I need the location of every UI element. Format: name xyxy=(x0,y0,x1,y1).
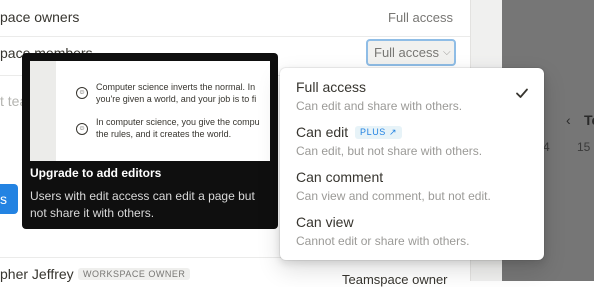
workspace-owners-label: pace owners xyxy=(0,9,80,25)
checkmark-icon xyxy=(516,88,528,98)
plus-plan-badge: PLUS ↗ xyxy=(355,126,403,139)
chevron-down-icon: ⌵ xyxy=(443,47,451,58)
option-title: Can edit xyxy=(296,124,349,140)
calendar-day: 15 xyxy=(577,140,591,154)
calendar-arrow-icon: ‹ xyxy=(566,112,571,128)
preview-text: the rules, and it creates the world. xyxy=(96,129,232,139)
menu-option-can-comment[interactable]: Can comment Can view and comment, but no… xyxy=(296,169,528,211)
option-description: Can edit and share with others. xyxy=(296,99,463,113)
menu-option-can-edit[interactable]: Can edit PLUS ↗ Can edit, but not share … xyxy=(296,124,528,166)
divider xyxy=(0,36,470,37)
menu-option-can-view[interactable]: Can view Cannot edit or share with other… xyxy=(296,214,528,256)
owners-access-value[interactable]: Full access xyxy=(388,10,453,25)
access-level-menu: Full access Can edit and share with othe… xyxy=(280,68,544,260)
workspace-owner-badge: WORKSPACE OWNER xyxy=(78,268,191,280)
preview-text: In computer science, you give the compu xyxy=(96,117,260,127)
upgrade-tooltip: ☺ Computer science inverts the normal. I… xyxy=(22,53,278,229)
option-title: Can comment xyxy=(296,169,384,185)
members-access-dropdown[interactable]: Full access ⌵ xyxy=(366,39,456,66)
owner-name: pher Jeffrey xyxy=(0,266,74,282)
avatar-icon: ☺ xyxy=(76,87,88,99)
calendar-heading: Te xyxy=(584,112,594,128)
calendar-day: 4 xyxy=(543,140,550,154)
invite-button[interactable]: s xyxy=(0,184,18,214)
option-description: Cannot edit or share with others. xyxy=(296,234,470,248)
preview-text: you're given a world, and your job is to… xyxy=(96,94,257,104)
avatar-icon: ☺ xyxy=(76,123,88,135)
preview-sidebar xyxy=(30,61,56,161)
tooltip-title: Upgrade to add editors xyxy=(30,166,162,180)
option-description: Can view and comment, but not edit. xyxy=(296,189,491,203)
preview-text: Computer science inverts the normal. In xyxy=(96,82,256,92)
option-title: Can view xyxy=(296,214,354,230)
preview-image: ☺ Computer science inverts the normal. I… xyxy=(30,61,270,161)
menu-option-full-access[interactable]: Full access Can edit and share with othe… xyxy=(296,79,528,121)
tooltip-body: Users with edit access can edit a page b… xyxy=(30,189,255,220)
members-access-value: Full access xyxy=(374,45,440,60)
option-title: Full access xyxy=(296,79,367,95)
option-description: Can edit, but not share with others. xyxy=(296,144,483,158)
owner-role[interactable]: Teamspace owner xyxy=(342,272,448,287)
